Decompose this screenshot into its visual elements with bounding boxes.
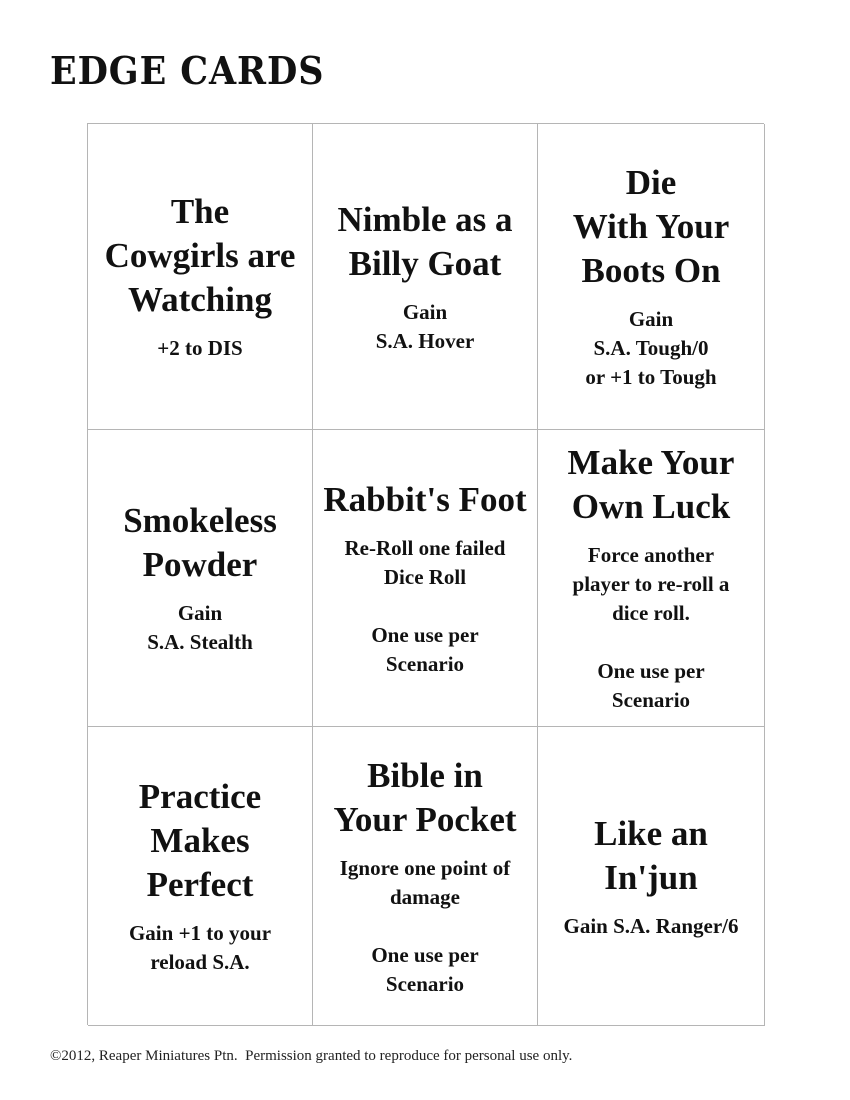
card-effect: Ignore one point of damage One use per S…	[339, 855, 511, 996]
card-title: The Cowgirls are Watching	[104, 192, 296, 319]
edge-card: Like an In'jun Gain S.A. Ranger/6	[538, 727, 765, 1026]
edge-card-grid: The Cowgirls are Watching +2 to DIS Nimb…	[87, 123, 765, 1026]
card-title: Make Your Own Luck	[567, 443, 735, 526]
edge-card: Make Your Own Luck Force another player …	[538, 430, 765, 727]
card-effect: Gain S.A. Stealth	[147, 601, 253, 654]
card-effect: Gain S.A. Ranger/6	[563, 913, 739, 938]
edge-card: Nimble as a Billy Goat Gain S.A. Hover	[313, 124, 538, 430]
edge-card: Smokeless Powder Gain S.A. Stealth	[88, 430, 313, 727]
card-effect: Gain S.A. Tough/0 or +1 to Tough	[585, 307, 717, 389]
edge-card: Die With Your Boots On Gain S.A. Tough/0…	[538, 124, 765, 430]
copyright-footer: ©2012, Reaper Miniatures Ptn. Permission…	[50, 1048, 573, 1064]
card-title: Like an In'jun	[594, 813, 708, 897]
card-title: Practice Makes Perfect	[138, 777, 262, 904]
card-effect: Force another player to re-roll a dice r…	[572, 543, 730, 712]
edge-card: Practice Makes Perfect Gain +1 to your r…	[88, 727, 313, 1026]
edge-card: The Cowgirls are Watching +2 to DIS	[88, 124, 313, 430]
card-effect: Re-Roll one failed Dice Roll One use per…	[344, 535, 506, 676]
page-title: EDGE CARDS	[50, 48, 325, 93]
edge-card: Bible in Your Pocket Ignore one point of…	[313, 727, 538, 1026]
card-effect: Gain +1 to your reload S.A.	[128, 921, 272, 974]
card-effect: +2 to DIS	[157, 336, 243, 360]
card-title: Rabbit's Foot	[323, 479, 527, 519]
card-title: Bible in Your Pocket	[333, 755, 517, 839]
card-title: Die With Your Boots On	[572, 163, 730, 290]
card-effect: Gain S.A. Hover	[375, 299, 475, 353]
card-title: Nimble as a Billy Goat	[337, 199, 513, 283]
card-title: Smokeless Powder	[123, 501, 277, 584]
edge-card: Rabbit's Foot Re-Roll one failed Dice Ro…	[313, 430, 538, 727]
